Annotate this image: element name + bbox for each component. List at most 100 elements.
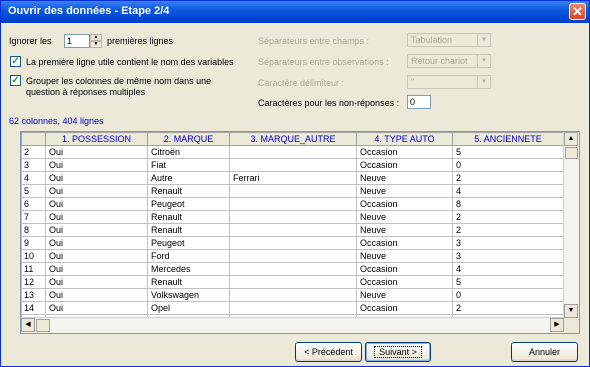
column-header[interactable]: 1. POSSESSION xyxy=(45,132,148,146)
column-header[interactable] xyxy=(21,132,46,146)
table-cell[interactable] xyxy=(229,288,357,302)
vertical-scroll-thumb[interactable] xyxy=(565,147,578,159)
horizontal-scrollbar[interactable]: ◀ ▶ xyxy=(21,317,564,333)
column-header[interactable]: 3. MARQUE_AUTRE xyxy=(229,132,357,146)
table-cell[interactable]: 3 xyxy=(452,249,564,263)
table-cell[interactable] xyxy=(229,262,357,276)
table-cell[interactable]: Oui xyxy=(45,262,148,276)
column-header[interactable]: 5. ANCIENNETE xyxy=(452,132,564,146)
stepper-down-icon[interactable]: ▼ xyxy=(90,41,102,48)
table-cell[interactable] xyxy=(229,249,357,263)
table-cell[interactable]: Neuve xyxy=(356,171,453,185)
table-row[interactable]: 4 Oui Autre Ferrari Neuve 2 xyxy=(21,171,564,185)
table-cell[interactable]: Oui xyxy=(45,223,148,237)
table-cell[interactable]: 2 xyxy=(452,171,564,185)
table-cell[interactable]: Oui xyxy=(45,210,148,224)
table-cell[interactable]: 8 xyxy=(452,197,564,211)
table-cell[interactable]: 0 xyxy=(452,158,564,172)
table-cell[interactable]: Oui xyxy=(45,184,148,198)
row-number[interactable]: 12 xyxy=(21,275,46,289)
table-cell[interactable]: Occasion xyxy=(356,158,453,172)
close-button[interactable]: ✕ xyxy=(569,3,586,20)
table-row[interactable]: 14 Oui Opel Occasion 2 xyxy=(21,301,564,315)
table-cell[interactable]: 5 xyxy=(452,145,564,159)
table-row[interactable]: 8 Oui Renault Neuve 2 xyxy=(21,223,564,237)
row-number[interactable]: 6 xyxy=(21,197,46,211)
table-cell[interactable]: 2 xyxy=(452,301,564,315)
table-cell[interactable]: Ford xyxy=(147,249,230,263)
cancel-button[interactable]: Annuler xyxy=(511,342,578,362)
table-cell[interactable] xyxy=(229,158,357,172)
table-cell[interactable] xyxy=(229,236,357,250)
table-cell[interactable]: Oui xyxy=(45,275,148,289)
row-number[interactable]: 10 xyxy=(21,249,46,263)
delimiter-select[interactable]: " ▼ xyxy=(407,75,491,89)
table-cell[interactable]: Neuve xyxy=(356,223,453,237)
table-row[interactable]: 13 Oui Volkswagen Neuve 0 xyxy=(21,288,564,302)
previous-button[interactable]: < Précédent xyxy=(295,342,362,362)
horizontal-scroll-thumb[interactable] xyxy=(36,319,50,332)
row-number[interactable]: 13 xyxy=(21,288,46,302)
table-cell[interactable]: Oui xyxy=(45,288,148,302)
scroll-up-icon[interactable]: ▲ xyxy=(564,132,578,146)
row-number[interactable]: 11 xyxy=(21,262,46,276)
column-header[interactable]: 4. TYPE AUTO xyxy=(356,132,453,146)
table-cell[interactable]: 4 xyxy=(452,262,564,276)
table-cell[interactable]: Occasion xyxy=(356,197,453,211)
dropdown-arrow-icon[interactable]: ▼ xyxy=(477,76,490,88)
dropdown-arrow-icon[interactable]: ▼ xyxy=(477,55,490,67)
table-cell[interactable] xyxy=(229,275,357,289)
table-cell[interactable]: Oui xyxy=(45,145,148,159)
table-cell[interactable] xyxy=(229,145,357,159)
group-columns-checkbox[interactable]: ✓ xyxy=(10,75,21,86)
ignore-lines-input[interactable]: 1 xyxy=(64,34,90,48)
table-cell[interactable]: Neuve xyxy=(356,249,453,263)
field-separator-select[interactable]: Tabulation ▼ xyxy=(407,33,491,47)
table-row[interactable]: 6 Oui Peugeot Occasion 8 xyxy=(21,197,564,211)
table-cell[interactable]: Volkswagen xyxy=(147,288,230,302)
table-cell[interactable]: Neuve xyxy=(356,184,453,198)
table-cell[interactable]: 3 xyxy=(452,236,564,250)
table-cell[interactable]: Neuve xyxy=(356,288,453,302)
table-cell[interactable]: Neuve xyxy=(356,210,453,224)
data-preview-grid[interactable]: 1. POSSESSION 2. MARQUE 3. MARQUE_AUTRE … xyxy=(20,131,580,334)
table-cell[interactable]: Oui xyxy=(45,236,148,250)
table-cell[interactable]: Occasion xyxy=(356,275,453,289)
table-cell[interactable] xyxy=(229,184,357,198)
table-row[interactable]: 7 Oui Renault Neuve 2 xyxy=(21,210,564,224)
table-cell[interactable] xyxy=(229,210,357,224)
table-cell[interactable]: Opel xyxy=(147,301,230,315)
table-cell[interactable]: Citroën xyxy=(147,145,230,159)
table-cell[interactable]: Peugeot xyxy=(147,197,230,211)
table-cell[interactable]: 4 xyxy=(452,184,564,198)
table-cell[interactable] xyxy=(229,223,357,237)
row-number[interactable]: 5 xyxy=(21,184,46,198)
table-row[interactable]: 12 Oui Renault Occasion 5 xyxy=(21,275,564,289)
table-cell[interactable]: Oui xyxy=(45,158,148,172)
dropdown-arrow-icon[interactable]: ▼ xyxy=(477,34,490,46)
row-number[interactable]: 14 xyxy=(21,301,46,315)
table-cell[interactable]: Oui xyxy=(45,197,148,211)
table-row[interactable]: 11 Oui Mercedes Occasion 4 xyxy=(21,262,564,276)
vertical-scrollbar[interactable]: ▲ ▼ xyxy=(563,132,579,318)
table-cell[interactable] xyxy=(229,301,357,315)
table-cell[interactable]: 5 xyxy=(452,275,564,289)
row-number[interactable]: 7 xyxy=(21,210,46,224)
table-row[interactable]: 5 Oui Renault Neuve 4 xyxy=(21,184,564,198)
row-number[interactable]: 4 xyxy=(21,171,46,185)
table-cell[interactable]: Oui xyxy=(45,301,148,315)
table-cell[interactable]: Fiat xyxy=(147,158,230,172)
table-row[interactable]: 3 Oui Fiat Occasion 0 xyxy=(21,158,564,172)
table-cell[interactable]: Ferrari xyxy=(229,171,357,185)
table-row[interactable]: 10 Oui Ford Neuve 3 xyxy=(21,249,564,263)
nonresponse-input[interactable]: 0 xyxy=(407,95,431,109)
table-cell[interactable]: 2 xyxy=(452,210,564,224)
row-number[interactable]: 3 xyxy=(21,158,46,172)
table-cell[interactable]: Oui xyxy=(45,171,148,185)
table-cell[interactable]: Renault xyxy=(147,275,230,289)
stepper-up-icon[interactable]: ▲ xyxy=(90,34,102,41)
obs-separator-select[interactable]: Retour chariot ▼ xyxy=(407,54,491,68)
ignore-lines-stepper[interactable]: 1 ▲ ▼ xyxy=(64,34,102,48)
next-button[interactable]: Suivant > xyxy=(365,342,431,362)
table-cell[interactable]: 2 xyxy=(452,223,564,237)
